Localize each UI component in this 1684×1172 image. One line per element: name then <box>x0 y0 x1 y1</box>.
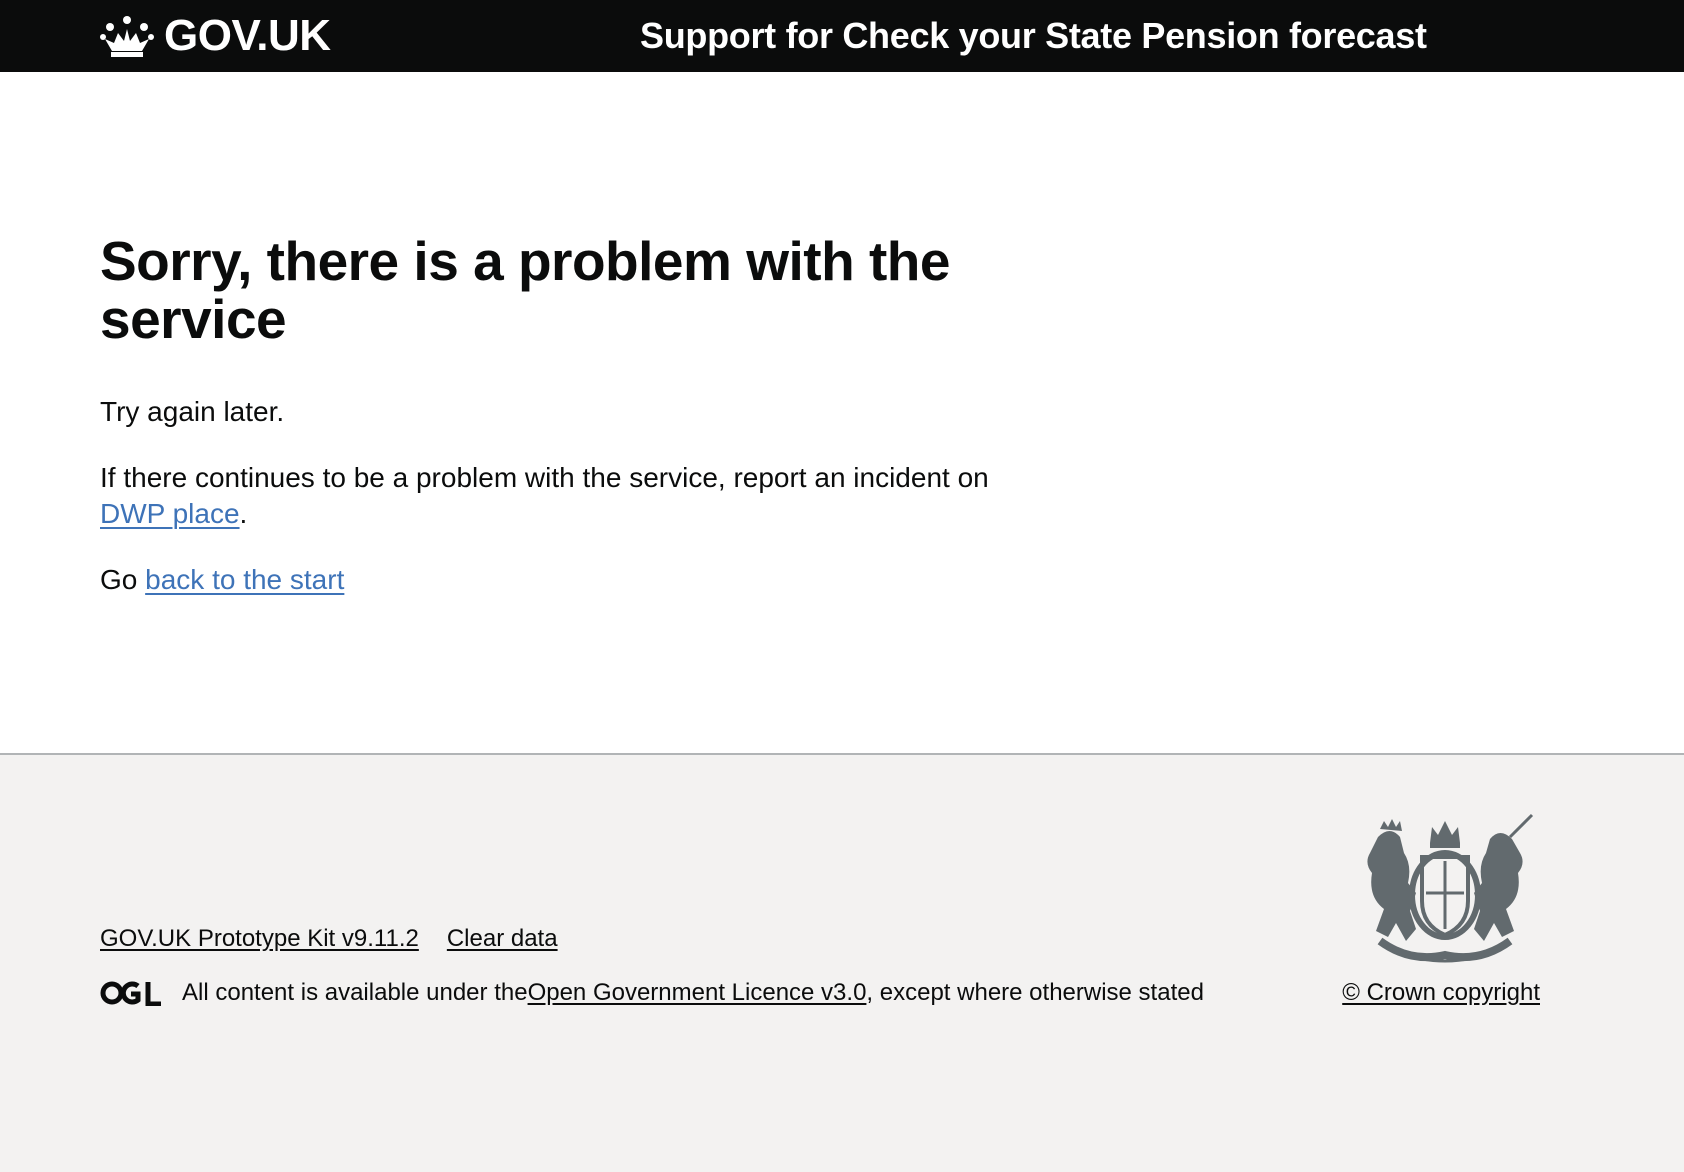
try-again-text: Try again later. <box>100 396 285 427</box>
page-title: Sorry, there is a problem with the servi… <box>100 230 950 350</box>
report-incident-prefix: If there continues to be a problem with … <box>100 462 989 493</box>
licence-statement: All content is available under the Open … <box>100 979 1204 1007</box>
crown-icon <box>100 16 154 57</box>
clear-data-link[interactable]: Clear data <box>447 925 558 953</box>
back-to-start-link[interactable]: back to the start <box>145 564 344 595</box>
royal-coat-of-arms-icon <box>1367 813 1534 963</box>
report-incident-suffix: . <box>239 498 248 529</box>
crown-copyright-link[interactable]: © Crown copyright <box>1342 979 1540 1007</box>
footer-meta-links: GOV.UK Prototype Kit v9.11.2 Clear data <box>100 925 558 953</box>
dwp-place-link[interactable]: DWP place <box>100 498 240 529</box>
footer-container: GOV.UK Prototype Kit v9.11.2 Clear data … <box>100 755 1540 1172</box>
govuk-logo-text: GOV.UK <box>164 11 331 60</box>
service-name-link[interactable]: Support for Check your State Pension for… <box>640 18 1427 54</box>
back-to-start-text: Go back to the start <box>100 562 1060 598</box>
main-content: Sorry, there is a problem with the servi… <box>0 72 1684 753</box>
ogl-logo-icon <box>100 981 161 1006</box>
licence-suffix: , except where otherwise stated <box>866 979 1204 1006</box>
header-container: GOV.UK Support for Check your State Pens… <box>100 0 1540 72</box>
back-to-start-prefix: Go <box>100 564 146 595</box>
site-header: GOV.UK Support for Check your State Pens… <box>0 0 1684 86</box>
site-footer: GOV.UK Prototype Kit v9.11.2 Clear data … <box>0 753 1684 1172</box>
report-incident-text: If there continues to be a problem with … <box>100 460 1060 532</box>
licence-prefix: All content is available under the <box>182 979 528 1006</box>
prototype-kit-link[interactable]: GOV.UK Prototype Kit v9.11.2 <box>100 925 419 953</box>
govuk-logo-link[interactable]: GOV.UK <box>100 14 640 58</box>
open-government-licence-link[interactable]: Open Government Licence v3.0 <box>528 979 867 1007</box>
